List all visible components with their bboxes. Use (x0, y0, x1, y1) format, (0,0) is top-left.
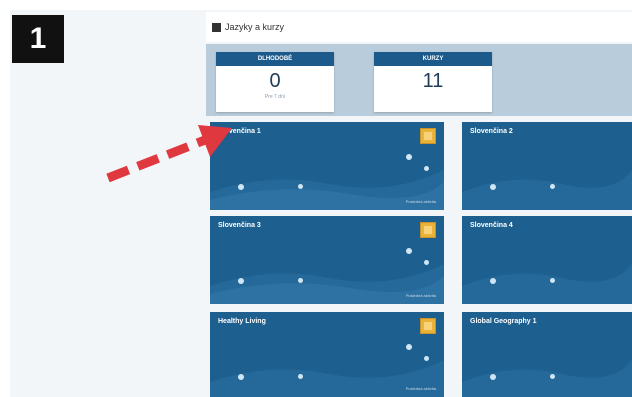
course-title: Slovenčina 4 (470, 222, 513, 229)
course-footnote: Posledná aktivita (405, 199, 436, 204)
course-card[interactable]: Global Geography 1 (462, 312, 632, 397)
decor-dot (490, 374, 496, 380)
course-card[interactable]: Slovenčina 2 (462, 122, 632, 210)
decor-dot (406, 344, 412, 350)
course-title: Slovenčina 3 (218, 222, 261, 229)
decor-dot (424, 260, 429, 265)
decor-dot (550, 374, 555, 379)
course-title: Slovenčina 2 (470, 128, 513, 135)
course-card[interactable]: Slovenčina 4 (462, 216, 632, 304)
stat-value: 11 (422, 70, 444, 92)
course-list-icon (212, 22, 221, 32)
decor-dot (424, 166, 429, 171)
decor-dot (550, 278, 555, 283)
decor-dot (238, 374, 244, 380)
step-number-badge: 1 (12, 15, 64, 63)
decor-dot (298, 184, 303, 189)
stat-label: DLHODOBÉ (216, 52, 334, 66)
decor-dot (424, 356, 429, 361)
course-title: Healthy Living (218, 318, 266, 325)
stat-subtext: Pre 7 dní (264, 94, 286, 100)
card-wave-pattern (462, 264, 632, 304)
certificate-icon (420, 128, 436, 144)
decor-dot (406, 248, 412, 254)
decor-dot (298, 278, 303, 283)
course-card[interactable]: Slovenčina 3 Posledná aktivita (210, 216, 444, 304)
course-title: Slovenčina 1 (218, 128, 261, 135)
decor-dot (490, 278, 496, 284)
decor-dot (550, 184, 555, 189)
course-card[interactable]: Healthy Living Posledná aktivita (210, 312, 444, 397)
course-footnote: Posledná aktivita (405, 386, 436, 391)
card-wave-pattern (462, 170, 632, 210)
certificate-icon (420, 318, 436, 334)
course-footnote: Posledná aktivita (405, 293, 436, 298)
stat-label: KURZY (374, 52, 492, 66)
stat-value: 0 (269, 70, 281, 92)
stat-card-courses[interactable]: KURZY 11 (374, 52, 492, 112)
course-card[interactable]: Slovenčina 1 Posledná aktivita (210, 122, 444, 210)
summary-panel: DLHODOBÉ 0 Pre 7 dní KURZY 11 (206, 44, 632, 116)
decor-dot (238, 184, 244, 190)
card-wave-pattern (210, 264, 444, 304)
course-title: Global Geography 1 (470, 318, 537, 325)
decor-dot (490, 184, 496, 190)
page-title: Jazyky a kurzy (225, 22, 285, 32)
decor-dot (406, 154, 412, 160)
page-header: Jazyky a kurzy (206, 12, 632, 42)
decor-dot (238, 278, 244, 284)
certificate-icon (420, 222, 436, 238)
decor-dot (298, 374, 303, 379)
card-wave-pattern (210, 170, 444, 210)
stat-card-due[interactable]: DLHODOBÉ 0 Pre 7 dní (216, 52, 334, 112)
